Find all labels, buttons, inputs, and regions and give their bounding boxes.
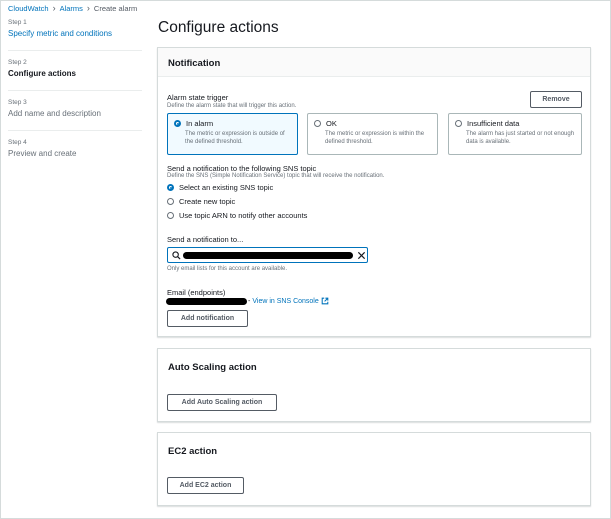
- email-endpoints-label: Email (endpoints): [167, 288, 226, 297]
- step-title: Add name and description: [8, 109, 101, 118]
- step-number: Step 2: [8, 59, 27, 66]
- radio-unselected[interactable]: [314, 120, 321, 127]
- sns-option-existing[interactable]: Select an existing SNS topic: [167, 183, 273, 192]
- view-in-sns-console-link[interactable]: - View in SNS Console: [248, 297, 329, 305]
- state-desc: The alarm has just started or not enough…: [466, 131, 575, 145]
- sns-option-topic-arn[interactable]: Use topic ARN to notify other accounts: [167, 211, 307, 220]
- step-title-link[interactable]: Specify metric and conditions: [8, 29, 142, 38]
- step-divider: [8, 50, 142, 51]
- state-desc: The metric or expression is outside of t…: [185, 131, 285, 145]
- add-autoscaling-action-button[interactable]: Add Auto Scaling action: [167, 394, 277, 411]
- step-divider: [8, 90, 142, 91]
- add-notification-button[interactable]: Add notification: [167, 310, 248, 327]
- step-number: Step 4: [8, 139, 27, 146]
- wizard-step-2: Step 2 Configure actions: [8, 59, 142, 78]
- sns-option-create-new[interactable]: Create new topic: [167, 197, 235, 206]
- view-link-label: View in SNS Console: [252, 297, 319, 305]
- external-link-icon: [321, 297, 329, 305]
- add-ec2-action-button[interactable]: Add EC2 action: [167, 477, 244, 494]
- radio-selected[interactable]: [174, 120, 181, 127]
- breadcrumb-alarms[interactable]: Alarms: [60, 4, 83, 13]
- state-label: Insufficient data: [467, 119, 520, 128]
- state-tile-in-alarm[interactable]: In alarm The metric or expression is out…: [167, 113, 298, 155]
- sns-topic-desc: Define the SNS (Simple Notification Serv…: [167, 173, 385, 179]
- alarm-state-trigger-label: Alarm state trigger: [167, 93, 229, 102]
- redacted-topic-value: [183, 252, 353, 259]
- page-title: Configure actions: [158, 19, 279, 36]
- step-number: Step 1: [8, 19, 27, 26]
- breadcrumb-cloudwatch[interactable]: CloudWatch: [8, 4, 49, 13]
- sns-option-label: Use topic ARN to notify other accounts: [179, 211, 308, 220]
- alarm-state-trigger-desc: Define the alarm state that will trigger…: [167, 103, 297, 109]
- radio-unselected[interactable]: [455, 120, 462, 127]
- sns-option-label: Select an existing SNS topic: [179, 183, 274, 192]
- wizard-step-1[interactable]: Step 1 Specify metric and conditions: [8, 19, 142, 38]
- clear-icon[interactable]: [357, 251, 366, 260]
- remove-button[interactable]: Remove: [530, 91, 582, 108]
- sns-option-label: Create new topic: [179, 197, 236, 206]
- state-desc: The metric or expression is within the d…: [325, 131, 425, 145]
- wizard-step-4: Step 4 Preview and create: [8, 139, 142, 158]
- state-tile-ok[interactable]: OK The metric or expression is within th…: [307, 113, 438, 155]
- search-icon: [172, 251, 181, 260]
- step-title-active: Configure actions: [8, 69, 77, 78]
- redacted-email: [166, 298, 247, 305]
- step-number: Step 3: [8, 99, 27, 106]
- state-label: In alarm: [186, 119, 214, 128]
- ec2-header: EC2 action: [168, 446, 218, 457]
- breadcrumb: CloudWatch › Alarms › Create alarm: [8, 3, 138, 14]
- breadcrumb-current: Create alarm: [93, 4, 138, 13]
- wizard-step-3: Step 3 Add name and description: [8, 99, 142, 118]
- state-label: OK: [326, 119, 337, 128]
- state-tile-insufficient-data[interactable]: Insufficient data The alarm has just sta…: [448, 113, 582, 155]
- email-separator: -: [248, 297, 251, 305]
- notification-header: Notification: [158, 48, 590, 77]
- ec2-panel: EC2 action: [157, 432, 591, 506]
- radio-unselected[interactable]: [167, 198, 174, 205]
- radio-selected[interactable]: [167, 184, 174, 191]
- radio-unselected[interactable]: [167, 212, 174, 219]
- sns-topic-search-input[interactable]: [167, 247, 368, 263]
- autoscaling-header: Auto Scaling action: [168, 362, 257, 373]
- step-title: Preview and create: [8, 149, 77, 158]
- sns-topic-label: Send a notification to the following SNS…: [167, 164, 317, 173]
- chevron-right-icon: ›: [86, 3, 90, 13]
- step-divider: [8, 130, 142, 131]
- send-to-hint: Only email lists for this account are av…: [167, 266, 288, 272]
- send-to-label: Send a notification to...: [167, 235, 244, 244]
- chevron-right-icon: ›: [52, 3, 56, 13]
